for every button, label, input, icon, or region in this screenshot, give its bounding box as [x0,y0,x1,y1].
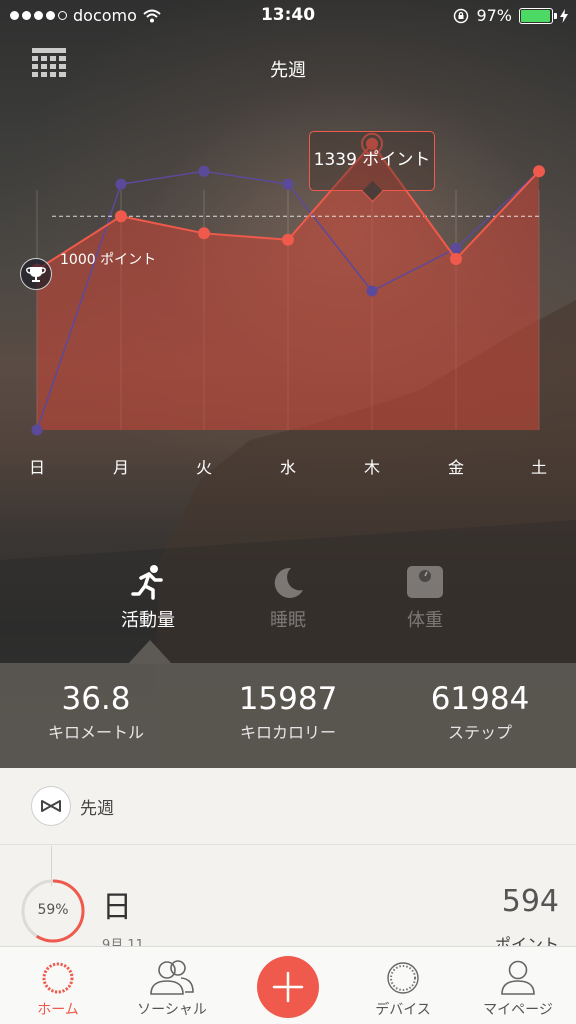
secondary-point [31,424,43,436]
stat-unit: キロカロリー [239,723,336,742]
stat-distance: 36.8 キロメートル [0,681,192,743]
week-header-row[interactable]: 先週 [0,768,576,845]
tab-label: マイページ [483,1002,553,1018]
battery-icon [519,7,557,24]
day-tick[interactable]: 日 [17,454,57,478]
day-tick[interactable]: 木 [352,454,392,478]
stat-calories: 15987 キロカロリー [192,681,384,743]
primary-point [198,227,210,240]
day-tick[interactable]: 月 [101,454,141,478]
day-axis: 日 月 火 水 木 金 土 [0,454,576,478]
stats-summary: 36.8 キロメートル 15987 キロカロリー 61984 ステップ [0,663,576,768]
charging-icon [560,8,568,23]
category-label: 体重 [407,610,443,631]
category-sleep[interactable]: 睡眠 [228,560,348,632]
secondary-point [198,165,210,177]
week-label: 先週 [80,799,114,819]
home-icon [42,962,74,994]
day-tick[interactable]: 水 [268,454,308,478]
stat-steps: 61984 ステップ [384,681,576,743]
category-label: 活動量 [121,610,175,631]
category-weight[interactable]: 体重 [365,560,485,632]
day-tick[interactable]: 金 [436,454,476,478]
tab-social[interactable]: ソーシャル [114,947,230,1024]
category-label: 睡眠 [270,610,306,631]
stat-value: 15987 [238,681,338,717]
device-icon [387,962,419,994]
tab-device[interactable]: デバイス [345,947,461,1024]
trophy-icon [20,258,52,290]
scale-icon [407,566,443,598]
rotation-lock-icon [454,8,469,23]
stat-unit: ステップ [447,723,512,742]
active-category-pointer [128,640,172,664]
primary-point [115,210,127,223]
primary-point [533,165,545,178]
primary-point [450,252,462,265]
running-icon [131,565,163,600]
day-name[interactable]: 日 [102,882,132,926]
moon-icon [274,567,303,598]
tab-mypage[interactable]: マイページ [460,947,576,1024]
goal-label: 1000 ポイント [60,252,157,268]
progress-percent: 59% [37,902,69,918]
band-icon [31,786,71,826]
day-tick[interactable]: 火 [184,454,224,478]
tab-label: ソーシャル [137,1002,207,1018]
secondary-point [115,178,127,190]
day-tick[interactable]: 土 [519,454,559,478]
stat-value: 61984 [430,681,530,717]
add-button[interactable] [257,956,319,1018]
primary-point [282,233,294,246]
status-bar: docomo 13:40 97% [0,0,576,32]
tab-label: デバイス [375,1002,431,1018]
weekly-points-chart[interactable] [0,120,576,450]
secondary-point [366,285,378,297]
secondary-point [282,178,294,190]
user-icon [501,960,535,995]
battery-percent: 97% [476,6,512,25]
stat-unit: キロメートル [47,723,144,742]
page-title: 先週 [270,60,306,81]
tab-label: ホーム [37,1002,79,1018]
stat-value: 36.8 [61,681,131,717]
social-icon [150,960,194,995]
tab-home[interactable]: ホーム [0,947,116,1024]
plus-icon [272,971,304,1003]
chart-tooltip: 1339 ポイント [309,131,435,191]
day-points-value: 594 [501,884,559,919]
category-activity[interactable]: 活動量 [88,560,208,632]
